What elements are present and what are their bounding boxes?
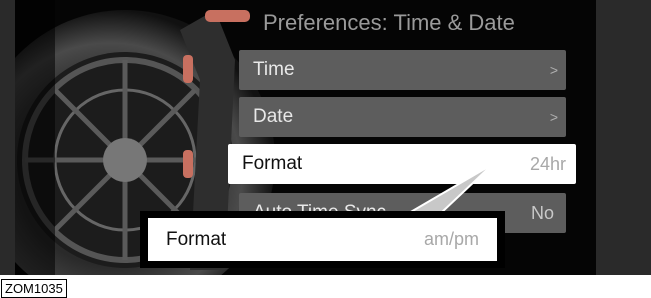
format-callout[interactable]: Format am/pm [148, 218, 497, 261]
callout-value: am/pm [423, 229, 479, 249]
format-value: 24hr [529, 153, 566, 174]
menu-item-label: Date [253, 106, 294, 127]
figure-caption: ZOM1035 [1, 279, 67, 298]
menu-item-label: Time [253, 59, 295, 80]
chevron-right-icon: > [549, 109, 558, 125]
menu-item-format[interactable]: Format 24hr [228, 144, 576, 184]
menu-item-time[interactable]: Time > [239, 50, 566, 90]
menu-item-label: Format [242, 153, 303, 174]
page-title: Preferences: Time & Date [263, 10, 515, 35]
left-bezel [0, 0, 15, 275]
menu-item-date[interactable]: Date > [239, 97, 566, 137]
auto-time-sync-value: No [530, 202, 554, 223]
chevron-right-icon: > [549, 62, 558, 78]
callout-label: Format [166, 228, 227, 250]
